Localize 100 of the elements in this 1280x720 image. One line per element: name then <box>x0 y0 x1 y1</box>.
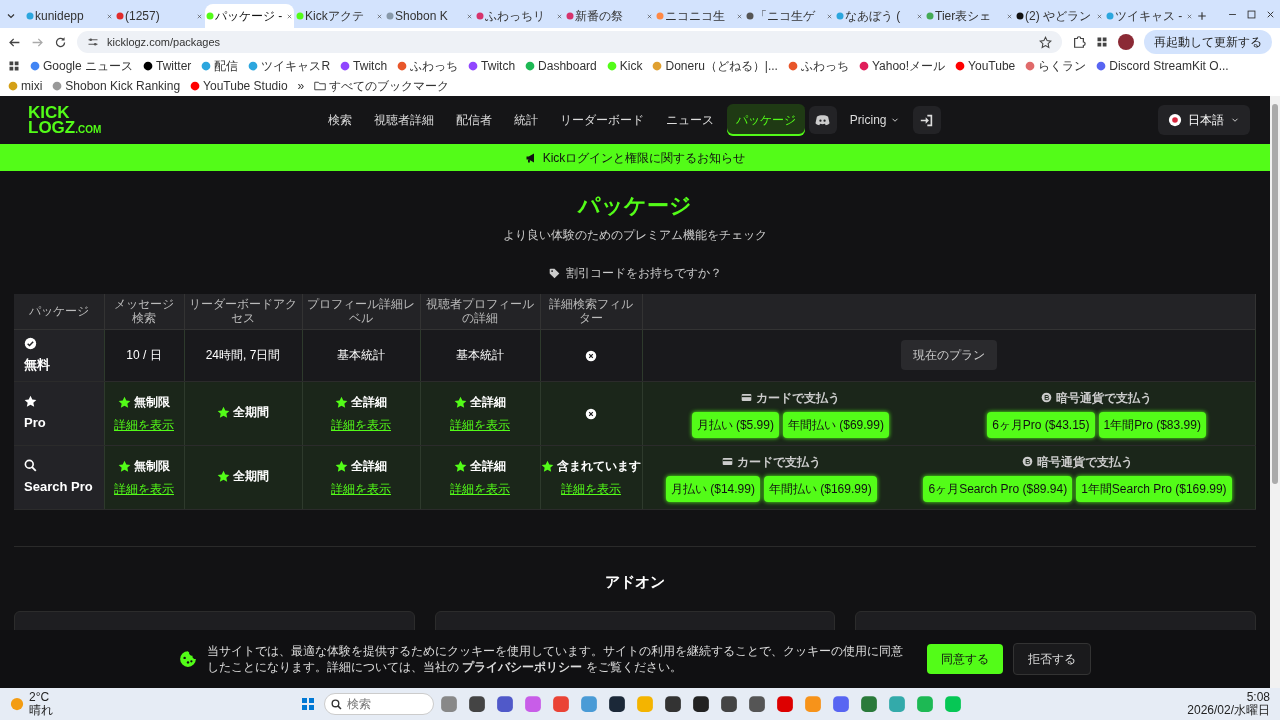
details-link[interactable]: 詳細を表示 <box>114 415 174 434</box>
clock-time: 5:08 <box>1245 690 1270 704</box>
extensions-icon[interactable] <box>1072 35 1086 49</box>
current-plan-button[interactable]: 現在のプラン <box>900 340 997 371</box>
purchase-button[interactable]: 月払い ($5.99) <box>691 411 779 438</box>
browser-tab[interactable]: (2) やどラン <box>1015 4 1104 28</box>
reject-button[interactable]: 拒否する <box>1013 643 1091 675</box>
favicon-icon <box>656 12 664 20</box>
details-link[interactable]: 詳細を表示 <box>331 415 391 434</box>
column-header: メッセージ検索 <box>114 297 174 326</box>
address-bar[interactable]: kicklogz.com/packages <box>77 31 1062 53</box>
nav-link[interactable]: 検索 <box>318 104 361 136</box>
scrollbar[interactable] <box>1270 96 1280 688</box>
maximize-icon[interactable] <box>1246 8 1257 20</box>
bookmark-link[interactable]: ふわっち <box>397 57 459 75</box>
purchase-button[interactable]: 年間払い ($169.99) <box>763 475 877 502</box>
feature-value: 全詳細 <box>470 394 506 412</box>
bookmark-link[interactable]: Twitch <box>468 57 516 75</box>
profile-avatar[interactable] <box>1118 34 1134 50</box>
discount-code-link[interactable]: 割引コードをお持ちですか？ <box>565 264 722 282</box>
nav-link[interactable]: 統計 <box>504 104 547 136</box>
taskbar-app-icon[interactable] <box>748 695 766 713</box>
nav-link[interactable]: 配信者 <box>446 104 501 136</box>
bookmark-star-icon[interactable] <box>1039 35 1052 49</box>
browser-tab[interactable]: なあぼう ( <box>835 4 924 28</box>
close-icon <box>106 12 113 20</box>
favicon-icon <box>8 81 18 91</box>
browser-tab[interactable]: 新番の祭 <box>565 4 654 28</box>
bookmark-link[interactable]: Shobon Kick Ranking <box>52 77 181 95</box>
bookmark-link[interactable]: Google ニュース <box>30 57 134 75</box>
bookmark-link[interactable]: Dashboard <box>525 57 597 75</box>
plan-name: 無料 <box>24 356 50 372</box>
taskbar-search-field[interactable]: 検索 <box>324 693 434 715</box>
purchase-button[interactable]: 1年間Search Pro ($169.99) <box>1076 475 1232 502</box>
bookmark-link[interactable]: Discord StreamKit O... <box>1096 57 1229 75</box>
browser-tab[interactable]: ニコニコ生 <box>655 4 744 28</box>
browser-tab[interactable]: Kickアクテ <box>295 4 384 28</box>
bookmark-link[interactable]: Twitter <box>143 57 192 75</box>
nav-link[interactable]: ニュース <box>656 104 723 136</box>
bookmark-link[interactable]: 配信 <box>201 57 239 75</box>
browser-tab[interactable]: ふわっちリ <box>475 4 564 28</box>
notice-text[interactable]: Kickログインと権限に関するお知らせ <box>542 148 746 167</box>
browser-tab[interactable]: (1257) <box>115 4 204 28</box>
details-link[interactable]: 詳細を表示 <box>331 479 391 498</box>
browser-tab[interactable]: 「ニコ生ゲ <box>745 4 834 28</box>
column-header: リーダーボードアクセス <box>189 297 297 326</box>
favicon-icon <box>190 81 201 91</box>
purchase-button[interactable]: 6ヶ月Pro ($43.15) <box>987 411 1095 438</box>
details-link[interactable]: 詳細を表示 <box>114 479 174 498</box>
language-selector[interactable]: 日本語 <box>1158 105 1250 135</box>
taskbar-app-icon[interactable] <box>468 695 486 713</box>
bookmark-link[interactable]: Doneru（どねる）|... <box>652 57 778 75</box>
nav-link[interactable]: リーダーボード <box>550 104 653 136</box>
bookmark-link[interactable]: Kick <box>606 57 643 75</box>
browser-tab[interactable]: ツイキャス - <box>1105 4 1194 28</box>
privacy-policy-link[interactable]: プライバシーポリシー <box>462 660 583 674</box>
bookmark-link[interactable]: Twitch <box>340 57 388 75</box>
reload-icon[interactable] <box>54 35 67 49</box>
feature-value: 無制限 <box>134 394 170 412</box>
accept-button[interactable]: 同意する <box>927 644 1003 674</box>
browser-tab[interactable]: Tier表シェ <box>925 4 1014 28</box>
bookmark-link[interactable]: mixi <box>8 77 43 95</box>
taskbar-app-icon[interactable] <box>664 695 682 713</box>
browser-tab[interactable]: Shobon K <box>385 4 474 28</box>
nav-link[interactable]: 視聴者詳細 <box>364 104 443 136</box>
apps-icon[interactable] <box>8 60 20 72</box>
purchase-button[interactable]: 6ヶ月Search Pro ($89.94) <box>923 475 1073 502</box>
chat-button[interactable] <box>808 106 837 134</box>
taskbar-app-icon[interactable] <box>720 695 738 713</box>
more-bookmarks-button[interactable]: » <box>297 77 305 95</box>
all-bookmarks-link[interactable]: すべてのブックマーク <box>314 77 450 95</box>
bookmark-link[interactable]: ふわっち <box>787 57 849 75</box>
details-link[interactable]: 詳細を表示 <box>561 479 621 498</box>
purchase-button[interactable]: 月払い ($14.99) <box>665 475 760 502</box>
page-heading: パッケージ <box>576 192 693 220</box>
update-button[interactable]: 再起動して更新する <box>1144 30 1272 54</box>
bookmark-link[interactable]: ツイキャスR <box>248 57 331 75</box>
site-info-icon[interactable] <box>87 36 99 48</box>
site-logo[interactable]: KICK LOGZ.COM <box>28 104 102 136</box>
browser-tab[interactable]: パッケージ - <box>205 4 294 28</box>
star-icon <box>335 459 348 473</box>
details-link[interactable]: 詳細を表示 <box>450 479 510 498</box>
bookmark-link[interactable]: YouTube Studio <box>190 77 288 95</box>
bookmark-link[interactable]: Yahoo!メール <box>858 57 946 75</box>
details-link[interactable]: 詳細を表示 <box>450 415 510 434</box>
taskbar-app-icon[interactable] <box>692 695 710 713</box>
nav-link[interactable]: パッケージ <box>726 104 805 136</box>
close-icon <box>736 12 743 20</box>
taskbar-app-icon[interactable] <box>608 695 626 713</box>
pricing-dropdown[interactable]: Pricing <box>840 104 909 136</box>
purchase-button[interactable]: 年間払い ($69.99) <box>782 411 889 438</box>
login-button[interactable] <box>912 106 941 134</box>
favicon-icon <box>1016 12 1024 20</box>
start-icon[interactable] <box>300 696 316 712</box>
purchase-button[interactable]: 1年間Pro ($83.99) <box>1098 411 1206 438</box>
browser-tab[interactable]: kunidepp <box>25 4 114 28</box>
feature-value: 含まれています <box>557 458 641 476</box>
bookmark-link[interactable]: YouTube <box>955 57 1016 75</box>
bookmark-link[interactable]: らくラン <box>1025 57 1087 75</box>
feature-value: 全期間 <box>233 404 269 422</box>
